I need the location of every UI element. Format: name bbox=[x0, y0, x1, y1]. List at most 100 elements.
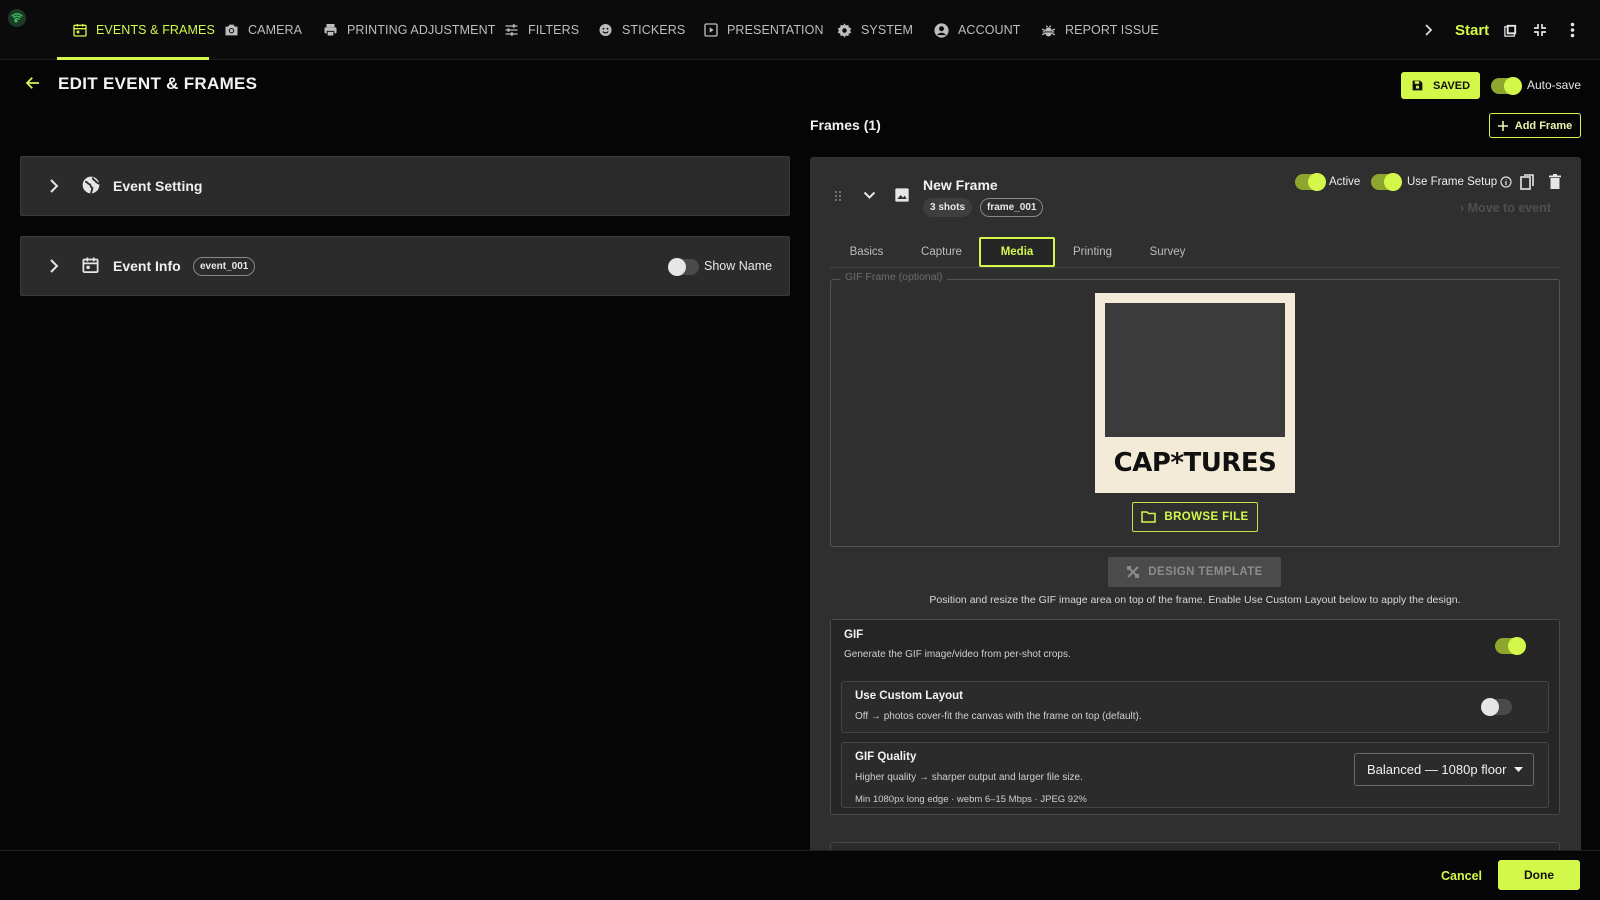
photo-area bbox=[1105, 303, 1285, 437]
nav-report-issue[interactable]: REPORT ISSUE bbox=[1040, 0, 1159, 60]
event-info-card[interactable]: Event Info event_001 Show Name bbox=[20, 236, 790, 296]
account-icon bbox=[934, 22, 949, 38]
custom-layout-card: Use Custom Layout Off → photos cover-fit… bbox=[841, 681, 1549, 733]
design-tools-icon bbox=[1127, 566, 1140, 578]
frame-panel: New Frame 3 shots frame_001 Active Use F… bbox=[810, 157, 1581, 857]
nav-stickers[interactable]: STICKERS bbox=[597, 0, 685, 60]
nav-account[interactable]: ACCOUNT bbox=[933, 0, 1021, 60]
frame-brand-text: CAP*TURES bbox=[1113, 448, 1277, 478]
active-label: Active bbox=[1329, 176, 1361, 188]
nav-filters[interactable]: FILTERS bbox=[503, 0, 579, 60]
active-toggle[interactable] bbox=[1295, 173, 1326, 191]
gif-quality-value: Balanced — 1080p floor bbox=[1367, 762, 1507, 777]
tab-basics[interactable]: Basics bbox=[830, 237, 903, 267]
event-info-title: Event Info bbox=[113, 258, 181, 274]
cancel-button[interactable]: Cancel bbox=[1441, 869, 1482, 883]
gallery-icon[interactable] bbox=[1503, 0, 1518, 60]
nav-label: EVENTS & FRAMES bbox=[96, 23, 215, 37]
use-frame-setup-label: Use Frame Setup bbox=[1407, 176, 1498, 188]
show-name-label: Show Name bbox=[704, 259, 773, 273]
design-template-button[interactable]: DESIGN TEMPLATE bbox=[1108, 557, 1281, 587]
camera-icon bbox=[225, 24, 238, 36]
calendar-icon bbox=[82, 257, 99, 273]
nav-label: FILTERS bbox=[528, 23, 580, 37]
tab-survey[interactable]: Survey bbox=[1131, 237, 1204, 267]
autosave-toggle[interactable] bbox=[1491, 77, 1522, 95]
nav-printing-adjustment[interactable]: PRINTING ADJUSTMENT bbox=[322, 0, 495, 60]
use-frame-setup-toggle[interactable] bbox=[1371, 173, 1402, 191]
sliders-icon bbox=[505, 24, 518, 36]
plus-icon bbox=[1497, 120, 1508, 131]
saved-label: SAVED bbox=[1432, 79, 1471, 92]
fullscreen-exit-icon[interactable] bbox=[1532, 0, 1548, 60]
nav-label: ACCOUNT bbox=[958, 23, 1021, 37]
calendar-icon bbox=[73, 24, 87, 37]
gif-toggle[interactable] bbox=[1495, 637, 1526, 655]
top-navigation: EVENTS & FRAMES CAMERA PRINTING ADJUSTME… bbox=[0, 0, 1600, 60]
start-button[interactable]: Start bbox=[1455, 0, 1489, 60]
smiley-icon bbox=[599, 24, 612, 36]
browse-file-button[interactable]: BROWSE FILE bbox=[1132, 502, 1258, 532]
done-button[interactable]: Done bbox=[1498, 860, 1580, 890]
nav-label: REPORT ISSUE bbox=[1065, 23, 1159, 37]
shots-chip: 3 shots bbox=[923, 198, 973, 217]
gear-icon bbox=[837, 22, 852, 38]
nav-label: PRESENTATION bbox=[727, 23, 824, 37]
info-icon[interactable] bbox=[1500, 176, 1512, 188]
move-to-event-button[interactable]: › Move to event bbox=[1460, 201, 1551, 215]
delete-icon[interactable] bbox=[1549, 174, 1561, 189]
gif-quality-select[interactable]: Balanced — 1080p floor bbox=[1354, 753, 1534, 786]
frame-preview: CAP*TURES bbox=[1095, 293, 1295, 493]
nav-label: PRINTING ADJUSTMENT bbox=[347, 23, 496, 37]
gif-quality-label: GIF Quality bbox=[855, 751, 917, 763]
active-tab-indicator bbox=[57, 57, 209, 60]
wifi-icon bbox=[8, 9, 26, 27]
gif-label: GIF bbox=[844, 629, 864, 641]
more-vert-icon[interactable] bbox=[1570, 0, 1575, 60]
saved-button[interactable]: SAVED bbox=[1401, 72, 1480, 99]
copy-icon[interactable] bbox=[1520, 174, 1534, 190]
custom-layout-toggle[interactable] bbox=[1481, 698, 1512, 716]
nav-label: SYSTEM bbox=[861, 23, 913, 37]
frame-id-chip: frame_001 bbox=[980, 198, 1044, 217]
add-frame-label: Add Frame bbox=[1514, 119, 1573, 132]
play-icon bbox=[704, 23, 718, 37]
gif-header: GIF Generate the GIF image/video from pe… bbox=[831, 620, 1559, 672]
tab-capture[interactable]: Capture bbox=[905, 237, 978, 267]
drag-handle-icon[interactable] bbox=[834, 190, 842, 202]
browse-file-label: BROWSE FILE bbox=[1164, 511, 1249, 523]
tab-media[interactable]: Media bbox=[979, 237, 1055, 267]
frame-name: New Frame bbox=[923, 177, 998, 193]
chevron-down-icon[interactable] bbox=[863, 191, 876, 200]
tab-printing[interactable]: Printing bbox=[1056, 237, 1129, 267]
add-frame-button[interactable]: Add Frame bbox=[1489, 113, 1581, 138]
dropdown-caret-icon bbox=[1514, 767, 1523, 772]
gif-settings: GIF Generate the GIF image/video from pe… bbox=[830, 619, 1560, 815]
design-template-label: DESIGN TEMPLATE bbox=[1148, 566, 1263, 578]
custom-layout-desc: Off → photos cover-fit the canvas with t… bbox=[855, 711, 1142, 722]
folder-icon bbox=[1141, 511, 1157, 523]
show-name-toggle[interactable] bbox=[668, 258, 699, 276]
chevron-right-icon bbox=[50, 259, 59, 273]
autosave-label: Auto-save bbox=[1527, 78, 1582, 92]
move-to-event-label: Move to event bbox=[1467, 201, 1551, 215]
image-icon bbox=[895, 188, 909, 202]
globe-icon bbox=[82, 176, 101, 194]
event-setting-card[interactable]: Event Setting bbox=[20, 156, 790, 216]
nav-presentation[interactable]: PRESENTATION bbox=[703, 0, 824, 60]
save-icon bbox=[1412, 80, 1423, 91]
bug-icon bbox=[1041, 24, 1056, 37]
nav-camera[interactable]: CAMERA bbox=[223, 0, 302, 60]
nav-forward-icon[interactable] bbox=[1424, 0, 1434, 60]
event-setting-title: Event Setting bbox=[113, 178, 203, 194]
frames-title: Frames (1) bbox=[810, 117, 881, 133]
event-id-chip: event_001 bbox=[193, 257, 256, 276]
gif-frame-legend: GIF Frame (optional) bbox=[840, 271, 948, 283]
back-arrow-icon[interactable] bbox=[24, 74, 42, 97]
nav-events-frames[interactable]: EVENTS & FRAMES bbox=[72, 0, 215, 60]
nav-system[interactable]: SYSTEM bbox=[836, 0, 913, 60]
printer-icon bbox=[324, 24, 337, 37]
bottom-bar: Cancel Done bbox=[0, 850, 1600, 900]
design-hint: Position and resize the GIF image area o… bbox=[929, 594, 1461, 606]
gif-quality-card: GIF Quality Higher quality → sharper out… bbox=[841, 742, 1549, 808]
